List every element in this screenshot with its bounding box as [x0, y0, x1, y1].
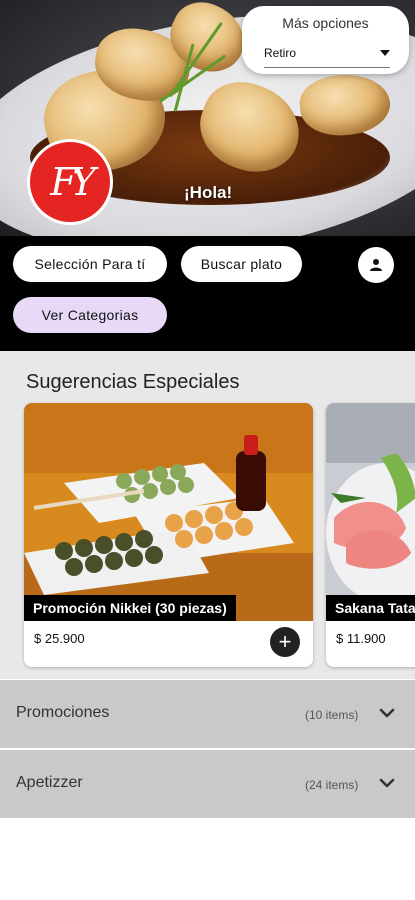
greeting-text: ¡Hola!: [184, 183, 233, 202]
category-row-apetizzer[interactable]: Apetizzer (24 items): [0, 750, 415, 818]
selection-for-you-button[interactable]: Selección Para tí: [13, 246, 167, 282]
sakana-tataki-image: [326, 403, 415, 621]
add-to-cart-button[interactable]: +: [270, 627, 300, 657]
nikkei-sushi-image: [24, 403, 313, 621]
dish-image: [24, 403, 313, 621]
app-root: FY ¡Hola! Más opciones Retiro Selección …: [0, 0, 415, 900]
dish-price: $ 25.900: [34, 631, 85, 646]
dish-name: Sakana Tataki: [326, 595, 415, 621]
brand-logo: FY: [27, 139, 113, 225]
brand-logo-text: FY: [50, 160, 96, 204]
category-count: (10 items): [305, 708, 359, 722]
user-icon: [370, 259, 382, 271]
category-row-promociones[interactable]: Promociones (10 items): [0, 680, 415, 748]
more-options-title: Más opciones: [282, 15, 369, 31]
search-dish-button[interactable]: Buscar plato: [181, 246, 302, 282]
dish-image: [326, 403, 415, 621]
dish-price: $ 11.900: [336, 631, 386, 646]
dish-name: Promoción Nikkei (30 piezas): [24, 595, 236, 621]
view-categories-button[interactable]: Ver Categorias: [13, 297, 167, 333]
category-count: (24 items): [305, 778, 359, 792]
dish-card[interactable]: Sakana Tataki $ 11.900: [326, 403, 415, 667]
dropdown-caret-icon: [380, 50, 390, 56]
order-type-select[interactable]: Retiro: [264, 46, 390, 68]
category-name: Apetizzer: [16, 774, 83, 791]
user-profile-button[interactable]: [358, 247, 394, 283]
more-options-panel: Más opciones Retiro: [242, 6, 409, 74]
hero-banner: FY ¡Hola! Más opciones Retiro: [0, 0, 415, 236]
select-underline: [264, 67, 390, 68]
dish-card[interactable]: Promoción Nikkei (30 piezas) $ 25.900 +: [24, 403, 313, 667]
order-type-value: Retiro: [264, 46, 297, 60]
plus-icon: +: [278, 629, 292, 654]
special-suggestions-section: Sugerencias Especiales Promoción Nikkei …: [0, 351, 415, 679]
section-title: Sugerencias Especiales: [26, 371, 240, 393]
chevron-down-icon: [379, 708, 395, 718]
category-name: Promociones: [16, 704, 110, 721]
chevron-down-icon: [379, 778, 395, 788]
